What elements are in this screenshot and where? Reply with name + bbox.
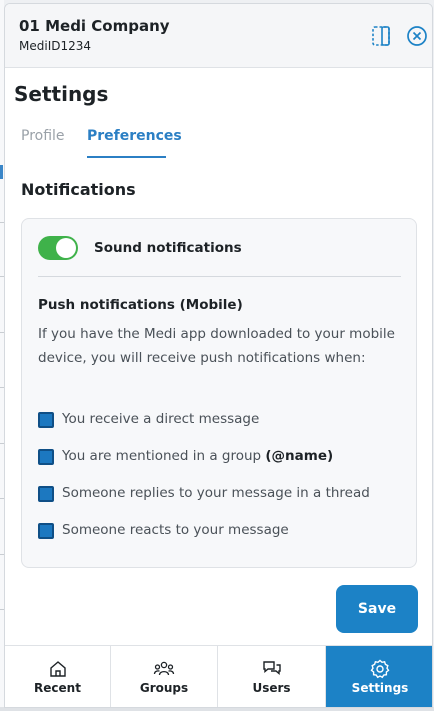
thread-reply-label: Someone replies to your message in a thr… [62,485,370,501]
mentioned-label-text: You are mentioned in a group [62,448,262,464]
nav-groups-label: Groups [139,681,189,695]
home-icon [47,658,69,680]
push-notifications-title: Push notifications (Mobile) [38,297,243,313]
toggle-sidebar-icon[interactable] [369,24,393,48]
bottom-navigation: Recent Groups Users Settings [5,645,432,707]
save-button[interactable]: Save [336,585,418,633]
nav-recent-label: Recent [34,681,81,695]
chat-bubbles-icon [261,658,283,680]
mentioned-checkbox[interactable] [38,449,54,465]
toggle-knob [56,238,76,258]
push-notifications-description: If you have the Medi app downloaded to y… [38,326,395,366]
thread-reply-checkbox[interactable] [38,486,54,502]
groups-icon [153,658,175,680]
reaction-label: Someone reacts to your message [62,522,289,538]
nav-settings[interactable]: Settings [326,646,432,707]
company-name: 01 Medi Company [19,17,170,35]
nav-users-label: Users [252,681,291,695]
mentioned-label: You are mentioned in a group (@name) [62,448,333,464]
sound-notifications-label: Sound notifications [94,240,242,256]
panel-header: 01 Medi Company MediID1234 [5,4,432,68]
settings-panel: 01 Medi Company MediID1234 Settings Prof… [4,3,433,708]
mention-syntax: (@name) [265,448,334,464]
sound-notifications-toggle[interactable] [38,236,78,260]
reaction-checkbox[interactable] [38,523,54,539]
nav-settings-label: Settings [351,681,409,695]
nav-users[interactable]: Users [218,646,326,707]
active-tab-indicator [87,156,166,158]
tab-preferences[interactable]: Preferences [87,128,182,144]
gear-icon [369,658,391,680]
notifications-card: Sound notifications Push notifications (… [21,218,417,568]
page-title: Settings [14,82,109,106]
tab-profile[interactable]: Profile [21,128,65,144]
nav-recent[interactable]: Recent [5,646,111,707]
background-app-accent [0,165,3,179]
divider [38,276,401,277]
direct-message-label: You receive a direct message [62,411,260,427]
medi-id: MediID1234 [19,39,92,53]
direct-message-checkbox[interactable] [38,412,54,428]
notifications-heading: Notifications [21,180,136,199]
nav-groups[interactable]: Groups [111,646,218,707]
close-icon[interactable] [405,24,429,48]
